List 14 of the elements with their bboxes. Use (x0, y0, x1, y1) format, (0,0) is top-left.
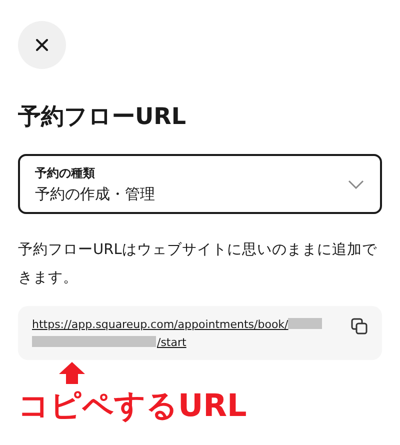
chevron-down-icon (348, 180, 364, 188)
url-link[interactable]: /start (157, 336, 186, 349)
arrow-up-icon (58, 362, 86, 384)
description-text: 予約フローURLはウェブサイトに思いのままに追加できます。 (18, 241, 378, 288)
url-link[interactable]: https://app.squareup.com/appointments/book/ (32, 318, 288, 331)
annotation-text: コピペするURL (18, 387, 248, 426)
booking-type-select[interactable]: 予約の種類 予約の作成・管理 (18, 154, 382, 214)
redaction-mark (288, 318, 322, 329)
page-title: 予約フローURL (18, 103, 188, 132)
select-value: 予約の作成・管理 (35, 184, 155, 204)
close-button[interactable] (18, 21, 66, 69)
close-icon (36, 39, 48, 51)
select-label: 予約の種類 (35, 164, 96, 182)
copy-icon[interactable] (351, 318, 368, 335)
